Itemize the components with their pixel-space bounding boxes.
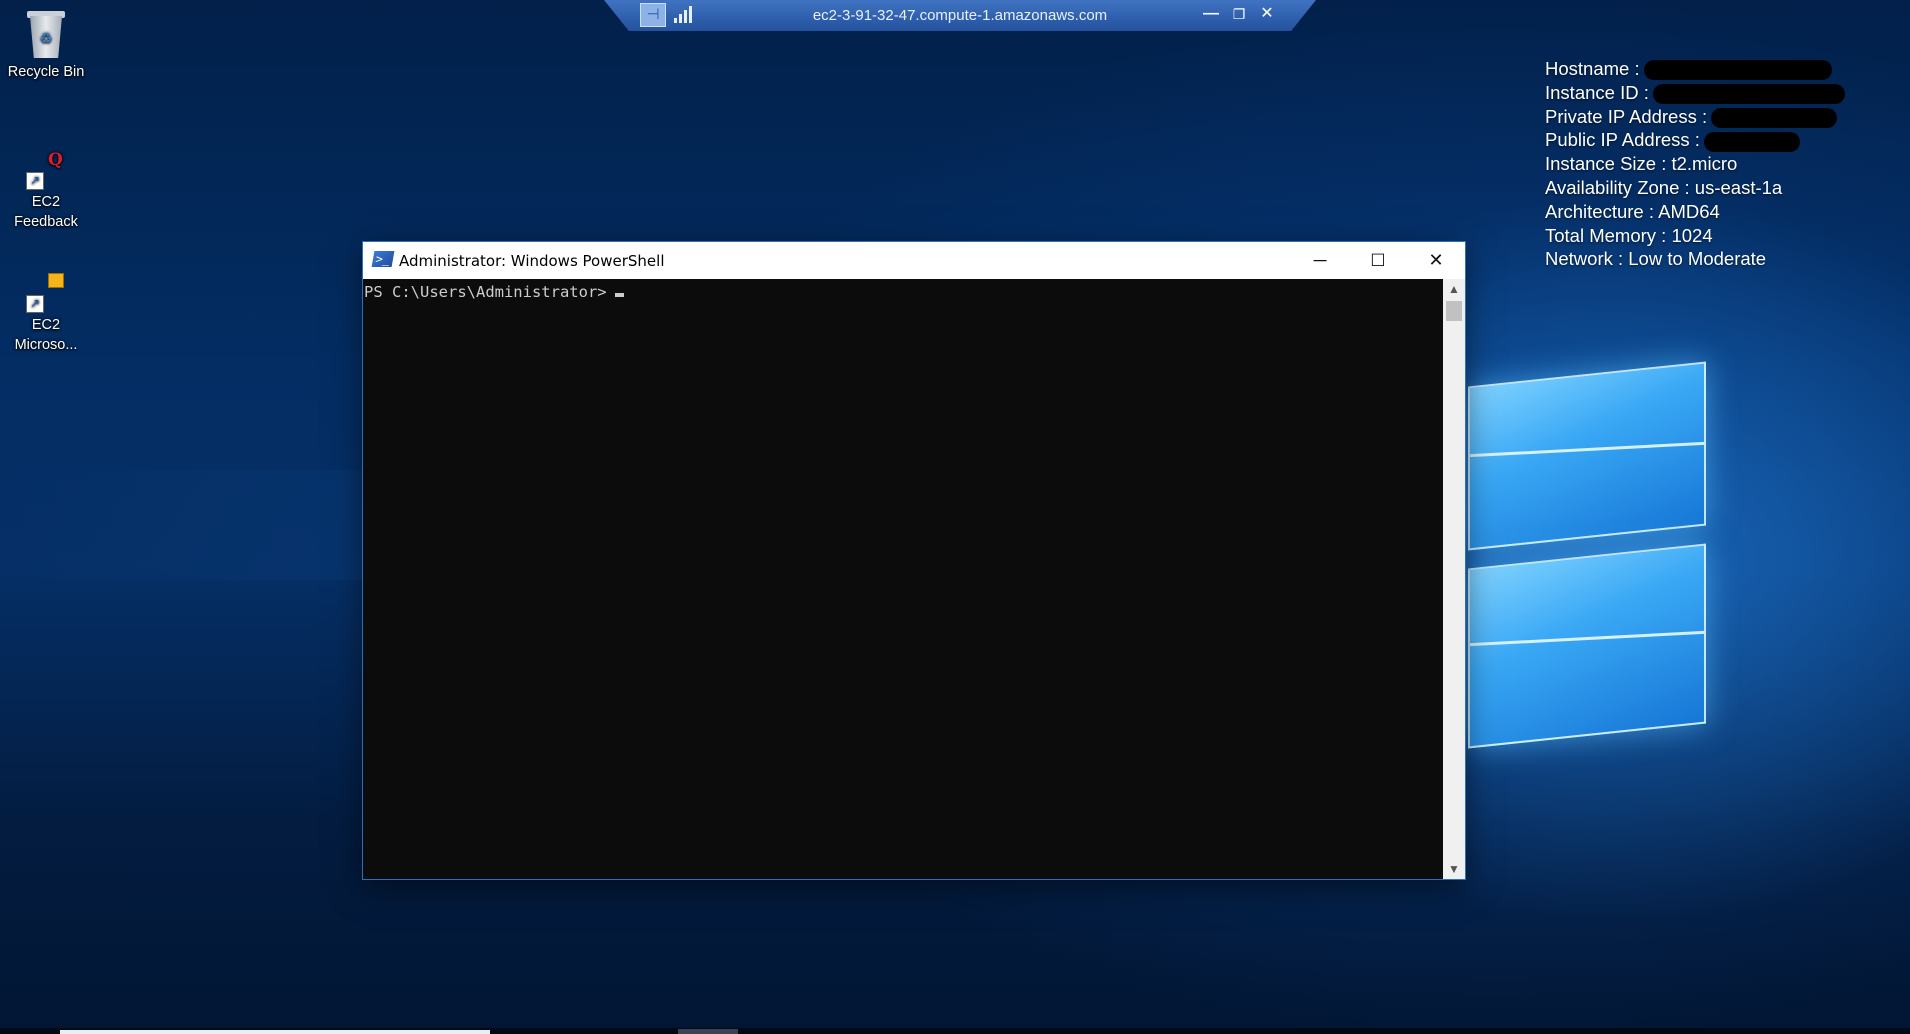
system-info-overlay: Hostname : Instance ID : Private IP Addr… — [1545, 57, 1845, 271]
sysinfo-instance-size: Instance Size : t2.micro — [1545, 153, 1738, 175]
rdp-minimize-button[interactable]: — — [1200, 3, 1222, 25]
sysinfo-architecture: Architecture : AMD64 — [1545, 200, 1720, 222]
ec2-feedback-icon: Q ↗ — [26, 150, 66, 190]
sysinfo-private-ip: Private IP Address : — [1545, 105, 1845, 129]
scrollbar-thumb[interactable] — [1446, 301, 1462, 321]
windows-logo-top-pane — [1468, 361, 1706, 551]
taskbar-highlight — [60, 1030, 490, 1034]
sysinfo-hostname: Hostname : — [1545, 57, 1845, 81]
text-cursor — [614, 293, 624, 297]
powershell-titlebar[interactable]: >_ Administrator: Windows PowerShell ─ ☐… — [363, 242, 1465, 279]
powershell-title: Administrator: Windows PowerShell — [399, 252, 665, 270]
rdp-close-button[interactable]: ✕ — [1256, 3, 1278, 25]
powershell-console[interactable]: PS C:\Users\Administrator> — [363, 279, 1443, 879]
vertical-scrollbar[interactable]: ▲ ▼ — [1443, 279, 1465, 879]
maximize-button[interactable]: ☐ — [1349, 242, 1407, 279]
sysinfo-network: Network : Low to Moderate — [1545, 248, 1767, 270]
desktop-icon-label: Recycle Bin — [7, 64, 85, 80]
desktop-icon-ec2-feedback[interactable]: Q ↗ EC2 Feedback — [2, 150, 90, 232]
rdp-restore-button[interactable]: ❐ — [1228, 3, 1250, 25]
scroll-up-arrow[interactable]: ▲ — [1443, 279, 1465, 299]
redacted-value — [1703, 131, 1800, 152]
desktop-icon-label-line2: Microso... — [14, 337, 78, 353]
console-prompt-line: PS C:\Users\Administrator> — [364, 283, 624, 301]
desktop-icon-label-line2: Feedback — [14, 214, 78, 230]
powershell-icon: >_ — [371, 251, 395, 267]
desktop-icon-recycle-bin[interactable]: ♻ Recycle Bin — [2, 8, 90, 82]
scroll-down-arrow[interactable]: ▼ — [1443, 859, 1465, 879]
redacted-value — [1652, 83, 1845, 104]
desktop-icon-ec2-microsoft[interactable]: ↗ EC2 Microso... — [2, 273, 90, 355]
taskbar-item[interactable] — [678, 1029, 738, 1034]
redacted-value — [1711, 107, 1838, 128]
sysinfo-public-ip: Public IP Address : — [1545, 128, 1845, 152]
windows-logo-bottom-pane — [1468, 543, 1706, 749]
windows-logo — [1462, 342, 1722, 752]
console-prompt: PS C:\Users\Administrator> — [364, 283, 607, 301]
sysinfo-instance-id: Instance ID : — [1545, 81, 1845, 105]
sysinfo-total-memory: Total Memory : 1024 — [1545, 224, 1713, 246]
desktop-icon-label-line1: EC2 — [31, 194, 61, 210]
taskbar-edge — [0, 1028, 1910, 1034]
sysinfo-availability-zone: Availability Zone : us-east-1a — [1545, 176, 1783, 198]
rdp-connection-bar: ⊣ ec2-3-91-32-47.compute-1.amazonaws.com… — [604, 0, 1316, 31]
ec2-microsoft-icon: ↗ — [26, 273, 66, 313]
powershell-window[interactable]: >_ Administrator: Windows PowerShell ─ ☐… — [363, 242, 1465, 879]
minimize-button[interactable]: ─ — [1291, 242, 1349, 279]
redacted-value — [1643, 60, 1832, 81]
close-button[interactable]: ✕ — [1407, 242, 1465, 279]
recycle-bin-icon: ♻ — [24, 8, 68, 60]
desktop-icon-label-line1: EC2 — [31, 317, 61, 333]
